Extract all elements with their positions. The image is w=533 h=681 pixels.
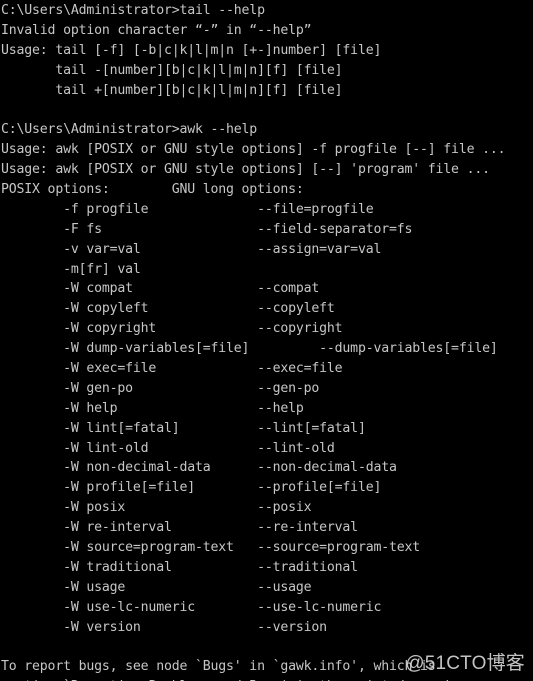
terminal-line: -W traditional --traditional — [1, 559, 358, 575]
terminal-line: -W version --version — [1, 619, 327, 635]
terminal-line: Invalid option character “-” in “--help” — [1, 22, 312, 38]
terminal-line: -v var=val --assign=var=val — [1, 241, 382, 257]
terminal-output[interactable]: C:\Users\Administrator>tail --help Invali… — [0, 0, 533, 681]
terminal-line: -W profile[=file] --profile[=file] — [1, 480, 382, 496]
terminal-line: -W help --help — [1, 400, 304, 416]
terminal-line: -W non-decimal-data --non-decimal-data — [1, 460, 397, 476]
terminal-line: C:\Users\Administrator>awk --help — [1, 122, 258, 138]
terminal-line: -W compat --compat — [1, 281, 320, 297]
terminal-line: -W gen-po --gen-po — [1, 380, 320, 396]
terminal-line: Usage: awk [POSIX or GNU style options] … — [1, 162, 490, 178]
terminal-line: -m[fr] val — [1, 261, 141, 277]
terminal-line: POSIX options: GNU long options: — [1, 182, 304, 198]
terminal-line: -F fs --field-separator=fs — [1, 221, 413, 237]
terminal-line: -W lint-old --lint-old — [1, 440, 335, 456]
terminal-line: -W usage --usage — [1, 579, 312, 595]
terminal-line: C:\Users\Administrator>tail --help — [1, 3, 265, 18]
terminal-line: -W lint[=fatal] --lint[=fatal] — [1, 420, 366, 436]
terminal-line: Usage: awk [POSIX or GNU style options] … — [1, 142, 506, 158]
terminal-line: -W posix --posix — [1, 500, 312, 516]
terminal-line: -W copyleft --copyleft — [1, 301, 335, 317]
terminal-line: To report bugs, see node `Bugs' in `gawk… — [1, 659, 436, 675]
terminal-line: tail -[number][b|c|k|l|m|n][f] [file] — [1, 62, 343, 78]
terminal-line: -f progfile --file=progfile — [1, 201, 374, 217]
terminal-line: -W dump-variables[=file] --dump-variable… — [1, 341, 498, 357]
terminal-line: Usage: tail [-f] [-b|c|k|l|m|n [+-]numbe… — [1, 42, 382, 58]
terminal-line: section `Reporting Problems and Bugs' in… — [1, 677, 533, 681]
terminal-line: -W use-lc-numeric --use-lc-numeric — [1, 599, 382, 615]
terminal-line: tail +[number][b|c|k|l|m|n][f] [file] — [1, 82, 343, 98]
terminal-line: -W source=program-text --source=program-… — [1, 540, 421, 556]
terminal-line: -W exec=file --exec=file — [1, 361, 343, 377]
terminal-line: -W re-interval --re-interval — [1, 520, 358, 536]
terminal-line: -W copyright --copyright — [1, 321, 343, 337]
